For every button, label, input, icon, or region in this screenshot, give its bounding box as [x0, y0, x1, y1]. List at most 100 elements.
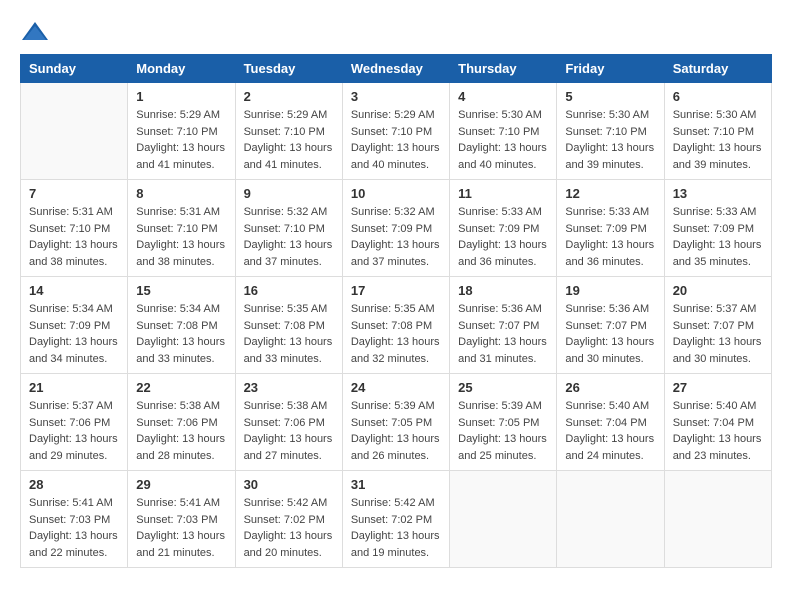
day-info: Sunrise: 5:41 AM Sunset: 7:03 PM Dayligh… [136, 495, 226, 561]
day-info: Sunrise: 5:30 AM Sunset: 7:10 PM Dayligh… [565, 107, 655, 173]
day-cell: 25Sunrise: 5:39 AM Sunset: 7:05 PM Dayli… [450, 374, 557, 471]
day-cell: 15 Sunrise: 5:34 AM Sunset: 7:08 PM Dayli… [128, 277, 235, 374]
day-cell: 19 Sunrise: 5:36 AM Sunset: 7:07 PM Dayli… [557, 277, 664, 374]
day-info: Sunrise: 5:42 AM Sunset: 7:02 PM Dayligh… [351, 495, 441, 561]
day-number: 17 [351, 283, 441, 298]
day-number: 4 [458, 89, 548, 104]
day-number: 5 [565, 89, 655, 104]
week-row-1: 1 Sunrise: 5:29 AM Sunset: 7:10 PM Daylig… [21, 83, 772, 180]
day-cell: 6 Sunrise: 5:30 AM Sunset: 7:10 PM Daylig… [664, 83, 771, 180]
day-cell: 26Sunrise: 5:40 AM Sunset: 7:04 PM Dayli… [557, 374, 664, 471]
week-row-2: 7Sunrise: 5:31 AM Sunset: 7:10 PM Daylig… [21, 180, 772, 277]
day-info: Sunrise: 5:31 AM Sunset: 7:10 PM Dayligh… [29, 204, 119, 270]
day-cell: 23Sunrise: 5:38 AM Sunset: 7:06 PM Dayli… [235, 374, 342, 471]
day-cell: 7Sunrise: 5:31 AM Sunset: 7:10 PM Daylig… [21, 180, 128, 277]
day-cell: 13 Sunrise: 5:33 AM Sunset: 7:09 PM Dayli… [664, 180, 771, 277]
day-cell [664, 471, 771, 568]
logo [20, 20, 54, 44]
day-cell: 11 Sunrise: 5:33 AM Sunset: 7:09 PM Dayli… [450, 180, 557, 277]
day-info: Sunrise: 5:42 AM Sunset: 7:02 PM Dayligh… [244, 495, 334, 561]
day-cell: 8Sunrise: 5:31 AM Sunset: 7:10 PM Daylig… [128, 180, 235, 277]
day-info: Sunrise: 5:30 AM Sunset: 7:10 PM Dayligh… [458, 107, 548, 173]
day-info: Sunrise: 5:29 AM Sunset: 7:10 PM Dayligh… [351, 107, 441, 173]
day-cell: 22 Sunrise: 5:38 AM Sunset: 7:06 PM Dayli… [128, 374, 235, 471]
day-number: 6 [673, 89, 763, 104]
weekday-header-sunday: Sunday [21, 55, 128, 83]
day-cell: 27 Sunrise: 5:40 AM Sunset: 7:04 PM Dayli… [664, 374, 771, 471]
calendar-table: SundayMondayTuesdayWednesdayThursdayFrid… [20, 54, 772, 568]
day-info: Sunrise: 5:40 AM Sunset: 7:04 PM Dayligh… [673, 398, 763, 464]
day-info: Sunrise: 5:33 AM Sunset: 7:09 PM Dayligh… [565, 204, 655, 270]
day-number: 11 [458, 186, 548, 201]
week-row-4: 21Sunrise: 5:37 AM Sunset: 7:06 PM Dayli… [21, 374, 772, 471]
day-cell: 5 Sunrise: 5:30 AM Sunset: 7:10 PM Daylig… [557, 83, 664, 180]
day-cell: 21Sunrise: 5:37 AM Sunset: 7:06 PM Dayli… [21, 374, 128, 471]
day-number: 3 [351, 89, 441, 104]
day-info: Sunrise: 5:39 AM Sunset: 7:05 PM Dayligh… [351, 398, 441, 464]
weekday-header-row: SundayMondayTuesdayWednesdayThursdayFrid… [21, 55, 772, 83]
day-info: Sunrise: 5:41 AM Sunset: 7:03 PM Dayligh… [29, 495, 119, 561]
day-info: Sunrise: 5:32 AM Sunset: 7:09 PM Dayligh… [351, 204, 441, 270]
day-info: Sunrise: 5:40 AM Sunset: 7:04 PM Dayligh… [565, 398, 655, 464]
day-info: Sunrise: 5:34 AM Sunset: 7:08 PM Dayligh… [136, 301, 226, 367]
day-cell: 31 Sunrise: 5:42 AM Sunset: 7:02 PM Dayli… [342, 471, 449, 568]
day-info: Sunrise: 5:36 AM Sunset: 7:07 PM Dayligh… [565, 301, 655, 367]
day-cell: 18 Sunrise: 5:36 AM Sunset: 7:07 PM Dayli… [450, 277, 557, 374]
day-number: 29 [136, 477, 226, 492]
day-info: Sunrise: 5:33 AM Sunset: 7:09 PM Dayligh… [673, 204, 763, 270]
day-number: 20 [673, 283, 763, 298]
day-number: 28 [29, 477, 119, 492]
day-number: 9 [244, 186, 334, 201]
day-cell: 3 Sunrise: 5:29 AM Sunset: 7:10 PM Daylig… [342, 83, 449, 180]
day-number: 27 [673, 380, 763, 395]
day-number: 22 [136, 380, 226, 395]
day-number: 1 [136, 89, 226, 104]
week-row-5: 28 Sunrise: 5:41 AM Sunset: 7:03 PM Dayli… [21, 471, 772, 568]
day-number: 18 [458, 283, 548, 298]
day-cell: 29 Sunrise: 5:41 AM Sunset: 7:03 PM Dayli… [128, 471, 235, 568]
day-cell: 10 Sunrise: 5:32 AM Sunset: 7:09 PM Dayli… [342, 180, 449, 277]
day-number: 25 [458, 380, 548, 395]
day-number: 31 [351, 477, 441, 492]
day-cell: 30 Sunrise: 5:42 AM Sunset: 7:02 PM Dayli… [235, 471, 342, 568]
day-number: 23 [244, 380, 334, 395]
day-number: 21 [29, 380, 119, 395]
day-cell [21, 83, 128, 180]
day-number: 24 [351, 380, 441, 395]
day-number: 15 [136, 283, 226, 298]
day-number: 19 [565, 283, 655, 298]
day-cell: 20Sunrise: 5:37 AM Sunset: 7:07 PM Dayli… [664, 277, 771, 374]
day-cell: 28 Sunrise: 5:41 AM Sunset: 7:03 PM Dayli… [21, 471, 128, 568]
day-number: 8 [136, 186, 226, 201]
day-info: Sunrise: 5:32 AM Sunset: 7:10 PM Dayligh… [244, 204, 334, 270]
day-number: 10 [351, 186, 441, 201]
weekday-header-thursday: Thursday [450, 55, 557, 83]
weekday-header-wednesday: Wednesday [342, 55, 449, 83]
weekday-header-saturday: Saturday [664, 55, 771, 83]
day-cell: 1 Sunrise: 5:29 AM Sunset: 7:10 PM Daylig… [128, 83, 235, 180]
day-cell: 12 Sunrise: 5:33 AM Sunset: 7:09 PM Dayli… [557, 180, 664, 277]
day-info: Sunrise: 5:36 AM Sunset: 7:07 PM Dayligh… [458, 301, 548, 367]
day-cell [450, 471, 557, 568]
day-cell: 9 Sunrise: 5:32 AM Sunset: 7:10 PM Daylig… [235, 180, 342, 277]
logo-icon [20, 20, 50, 44]
day-info: Sunrise: 5:29 AM Sunset: 7:10 PM Dayligh… [136, 107, 226, 173]
weekday-header-tuesday: Tuesday [235, 55, 342, 83]
day-cell: 4 Sunrise: 5:30 AM Sunset: 7:10 PM Daylig… [450, 83, 557, 180]
weekday-header-monday: Monday [128, 55, 235, 83]
day-cell: 2Sunrise: 5:29 AM Sunset: 7:10 PM Daylig… [235, 83, 342, 180]
day-number: 2 [244, 89, 334, 104]
day-info: Sunrise: 5:30 AM Sunset: 7:10 PM Dayligh… [673, 107, 763, 173]
day-number: 13 [673, 186, 763, 201]
day-cell: 14Sunrise: 5:34 AM Sunset: 7:09 PM Dayli… [21, 277, 128, 374]
week-row-3: 14Sunrise: 5:34 AM Sunset: 7:09 PM Dayli… [21, 277, 772, 374]
day-info: Sunrise: 5:33 AM Sunset: 7:09 PM Dayligh… [458, 204, 548, 270]
day-info: Sunrise: 5:34 AM Sunset: 7:09 PM Dayligh… [29, 301, 119, 367]
weekday-header-friday: Friday [557, 55, 664, 83]
day-info: Sunrise: 5:38 AM Sunset: 7:06 PM Dayligh… [136, 398, 226, 464]
day-number: 12 [565, 186, 655, 201]
day-number: 30 [244, 477, 334, 492]
page-header [20, 20, 772, 44]
day-cell: 17Sunrise: 5:35 AM Sunset: 7:08 PM Dayli… [342, 277, 449, 374]
day-cell [557, 471, 664, 568]
